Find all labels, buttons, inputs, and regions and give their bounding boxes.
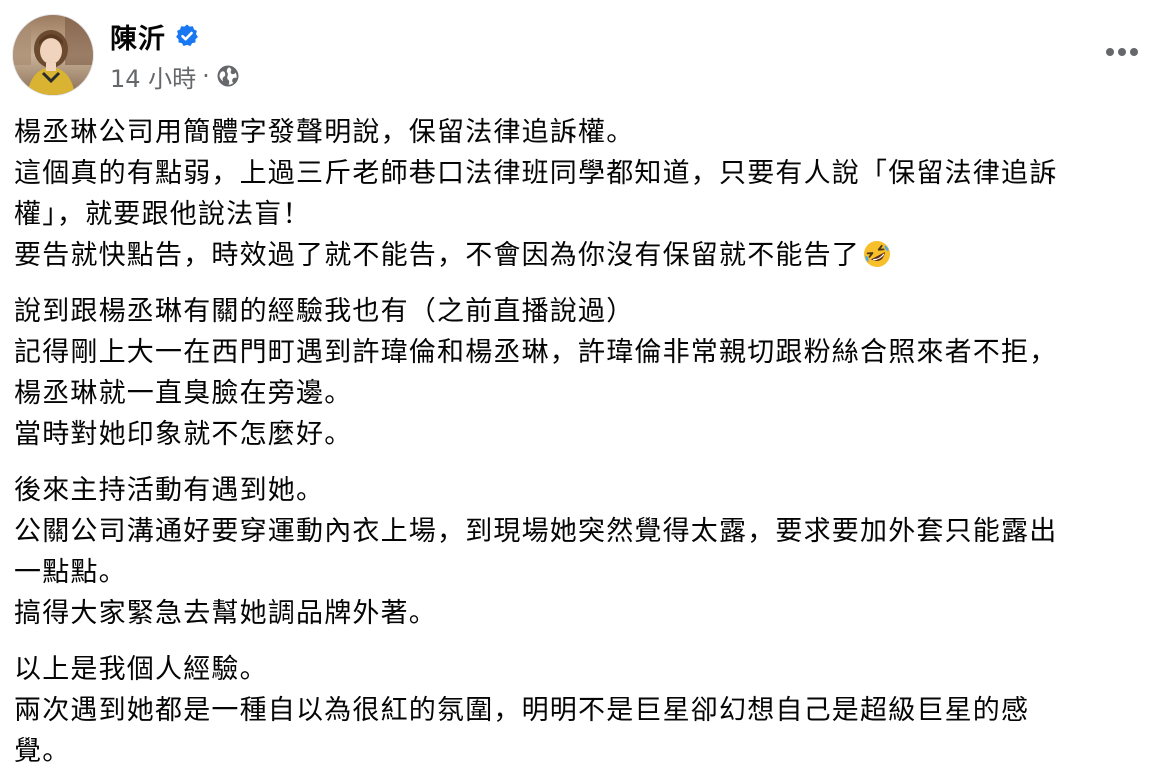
more-options-icon: [1106, 48, 1138, 56]
post-text-line-with-emoji: 要告就快點告，時效過了就不能告，不會因為你沒有保留就不能告了: [14, 235, 1139, 276]
post-text-line: 楊丞琳公司用簡體字發聲明說，保留法律追訴權。: [14, 117, 635, 148]
meta-separator: ·: [202, 62, 210, 90]
verified-badge-icon: [174, 23, 200, 49]
post-text-line: 以上是我個人經驗。: [14, 654, 268, 685]
more-options-button[interactable]: [1098, 34, 1146, 70]
post-text-line: 後來主持活動有遇到她。: [14, 475, 325, 506]
post-text-line: 公關公司溝通好要穿運動內衣上場，到現場她突然覺得太露，要求要加外套只能露出: [14, 516, 1058, 547]
post-timestamp[interactable]: 14 小時: [110, 59, 196, 94]
post-body: 楊丞琳公司用簡體字發聲明說，保留法律追訴權。 這個真的有點弱，上過三斤老師巷口法…: [14, 112, 1139, 772]
paragraph-1: 楊丞琳公司用簡體字發聲明說，保留法律追訴權。 這個真的有點弱，上過三斤老師巷口法…: [14, 112, 1139, 276]
post-text-line: 記得剛上大一在西門町遇到許瑋倫和楊丞琳，許瑋倫非常親切跟粉絲合照來者不拒，: [14, 337, 1058, 368]
paragraph-2: 說到跟楊丞琳有關的經驗我也有（之前直播說過） 記得剛上大一在西門町遇到許瑋倫和楊…: [14, 291, 1139, 455]
post-text-line: 這個真的有點弱，上過三斤老師巷口法律班同學都知道，只要有人說「保留法律追訴: [14, 158, 1058, 189]
post-header: 陳沂 14 小時 ·: [12, 14, 1146, 96]
author-name[interactable]: 陳沂: [110, 17, 166, 56]
profile-photo: [13, 15, 93, 95]
post-text-line: 楊丞琳就一直臭臉在旁邊。: [14, 378, 353, 409]
post-text-line: 說到跟楊丞琳有關的經驗我也有（之前直播說過）: [14, 296, 635, 327]
post-text-line: 兩次遇到她都是一種自以為很紅的氛圍，明明不是巨星卻幻想自己是超級巨星的感: [14, 695, 1030, 726]
post-text-line: 搞得大家緊急去幫她調品牌外著。: [14, 598, 437, 629]
post-text-line: 當時對她印象就不怎麼好。: [14, 419, 353, 450]
globe-icon[interactable]: [216, 64, 240, 88]
paragraph-3: 後來主持活動有遇到她。 公關公司溝通好要穿運動內衣上場，到現場她突然覺得太露，要…: [14, 470, 1139, 634]
post-text-line: 一點點。: [14, 557, 127, 588]
facebook-post: 陳沂 14 小時 · 楊丞琳公司用簡體字發聲明說，保留法律追訴權。 這個真的有點…: [0, 0, 1158, 767]
avatar[interactable]: [12, 14, 94, 96]
paragraph-4: 以上是我個人經驗。 兩次遇到她都是一種自以為很紅的氛圍，明明不是巨星卻幻想自己是…: [14, 649, 1139, 772]
post-text-line: 權」，就要跟他說法盲！: [14, 199, 311, 230]
rolling-on-floor-laughing-emoji-icon: [862, 239, 892, 269]
post-meta: 14 小時 ·: [110, 59, 240, 94]
post-text: 要告就快點告，時效過了就不能告，不會因為你沒有保留就不能告了: [14, 240, 860, 271]
author-row: 陳沂: [110, 17, 200, 56]
